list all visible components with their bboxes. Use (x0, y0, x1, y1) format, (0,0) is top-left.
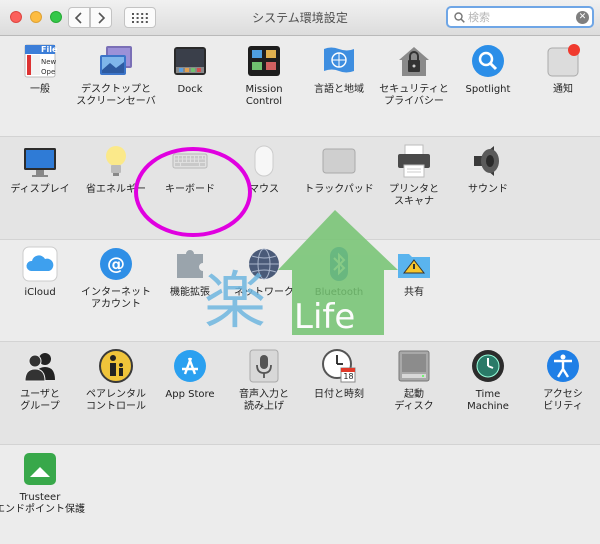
pane-extensions[interactable]: 機能拡張 (148, 240, 232, 332)
printer-icon (396, 143, 432, 179)
pane-general[interactable]: File New Ope 一般 (0, 37, 82, 129)
general-file-text: File (41, 45, 58, 54)
trackpad-icon (321, 143, 357, 179)
section-internet: iCloud @ インターネット アカウント 機能拡張 ネットワーク Bluet… (0, 240, 600, 342)
pane-label: 共有 (404, 287, 424, 298)
pane-time-machine[interactable]: Time Machine (446, 342, 530, 434)
microphone-icon (246, 348, 282, 384)
mouse-icon (246, 143, 282, 179)
at-sign-icon: @ (98, 246, 134, 282)
pane-icloud[interactable]: iCloud (0, 240, 82, 332)
desktop-screensaver-icon (98, 43, 134, 79)
clock-calendar-icon: 18 (321, 348, 357, 384)
spotlight-icon (470, 43, 506, 79)
section-personal: File New Ope 一般 デスクトップと スクリーンセーバ Dock Mi… (0, 37, 600, 137)
pane-sound[interactable]: サウンド (446, 137, 530, 229)
pane-keyboard[interactable]: キーボード (148, 137, 232, 229)
pane-accessibility[interactable]: アクセシ ビリティ (521, 342, 600, 434)
section-system: ユーザと グループ ペアレンタル コントロール App Store 音声入力と … (0, 342, 600, 445)
pane-displays[interactable]: ディスプレイ (0, 137, 82, 229)
pane-label: 通知 (553, 84, 573, 95)
un-flag-icon (321, 43, 357, 79)
title-bar: システム環境設定 ✕ (0, 0, 600, 36)
accessibility-icon (545, 348, 581, 384)
pane-desktop-screensaver[interactable]: デスクトップと スクリーンセーバ (74, 37, 158, 129)
pane-users-groups[interactable]: ユーザと グループ (0, 342, 82, 434)
pane-bluetooth[interactable]: Bluetooth (297, 240, 381, 332)
search-icon (450, 11, 468, 23)
display-icon (22, 143, 58, 179)
svg-text:@: @ (107, 254, 125, 275)
clear-search-icon[interactable]: ✕ (576, 10, 589, 24)
notifications-icon (545, 43, 581, 79)
parental-controls-icon (98, 348, 134, 384)
calendar-day-text: 18 (343, 372, 354, 381)
pane-language-region[interactable]: 言語と地域 (297, 37, 381, 129)
pane-network[interactable]: ネットワーク (222, 240, 306, 332)
pane-startup-disk[interactable]: 起動 ディスク (372, 342, 456, 434)
bluetooth-icon (321, 246, 357, 282)
lightbulb-icon (98, 143, 134, 179)
mission-control-icon (246, 43, 282, 79)
pane-energy-saver[interactable]: 省エネルギー (74, 137, 158, 229)
sharing-folder-icon (396, 246, 432, 282)
pane-notifications[interactable]: 通知 (521, 37, 600, 129)
search-input[interactable] (468, 10, 576, 24)
pane-trackpad[interactable]: トラックパッド (297, 137, 381, 229)
pane-label: アクセシ ビリティ (543, 389, 583, 412)
puzzle-piece-icon (172, 246, 208, 282)
icloud-icon (22, 246, 58, 282)
pane-date-time[interactable]: 18 日付と時刻 (297, 342, 381, 434)
general-line3-text: Ope (41, 68, 56, 76)
dock-icon (172, 43, 208, 79)
pane-dictation-speech[interactable]: 音声入力と 読み上げ (222, 342, 306, 434)
pane-spotlight[interactable]: Spotlight (446, 37, 530, 129)
search-field[interactable]: ✕ (446, 6, 594, 28)
trusteer-icon (22, 451, 58, 487)
app-store-icon (172, 348, 208, 384)
pane-parental-controls[interactable]: ペアレンタル コントロール (74, 342, 158, 434)
section-hardware: ディスプレイ 省エネルギー キーボード マウス トラックパッド プリンタと スキ… (0, 137, 600, 240)
pane-mission-control[interactable]: Mission Control (222, 37, 306, 129)
general-line2-text: New (41, 58, 57, 66)
pane-dock[interactable]: Dock (148, 37, 232, 129)
pane-mouse[interactable]: マウス (222, 137, 306, 229)
keyboard-icon (172, 143, 208, 179)
pane-printers-scanners[interactable]: プリンタと スキャナ (372, 137, 456, 229)
speaker-icon (470, 143, 506, 179)
pane-trusteer[interactable]: Trusteer エンドポイント保護 (0, 445, 85, 537)
users-icon (22, 348, 58, 384)
time-machine-icon (470, 348, 506, 384)
pane-sharing[interactable]: 共有 (372, 240, 456, 332)
section-other: Trusteer エンドポイント保護 (0, 445, 600, 544)
network-globe-icon (246, 246, 282, 282)
pane-internet-accounts[interactable]: @ インターネット アカウント (74, 240, 158, 332)
pane-label: サウンド (468, 184, 508, 195)
general-icon: File New Ope (22, 43, 58, 79)
house-lock-icon (396, 43, 432, 79)
pane-label: Trusteer エンドポイント保護 (0, 492, 85, 515)
pane-app-store[interactable]: App Store (148, 342, 232, 434)
hard-drive-icon (396, 348, 432, 384)
pane-security-privacy[interactable]: セキュリティと プライバシー (372, 37, 456, 129)
